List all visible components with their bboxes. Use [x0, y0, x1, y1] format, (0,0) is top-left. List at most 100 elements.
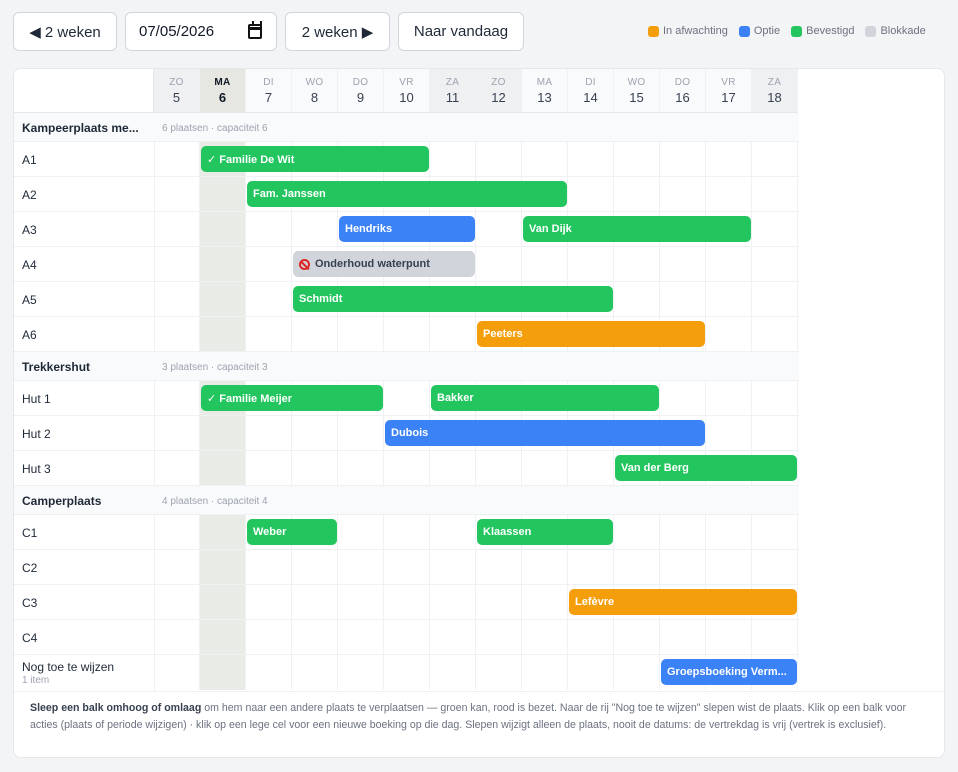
help-text-bold: Sleep een balk omhoog of omlaag [30, 702, 202, 714]
row-label: C1 [22, 526, 38, 540]
row-divider [14, 316, 799, 317]
row-label: A2 [22, 188, 37, 202]
legend-swatch [648, 25, 659, 37]
help-text: Sleep een balk omhoog of omlaag om hem n… [30, 700, 930, 734]
day-header-weekday: DO [674, 77, 691, 88]
booking-bar[interactable]: Groepsboeking Verm... [661, 659, 797, 685]
booking-bar[interactable]: Weber [247, 519, 337, 545]
day-header-date: 13 [537, 90, 552, 105]
booking-bar[interactable]: Fam. Janssen [247, 181, 567, 207]
booking-bar-label: Weber [253, 526, 287, 538]
day-header-date: 6 [218, 90, 227, 105]
booking-bar-label: Bakker [437, 392, 474, 404]
legend-label: Blokkade [880, 25, 926, 37]
booking-bar-label: Fam. Janssen [253, 188, 326, 200]
row-divider [14, 654, 799, 655]
next-two-weeks-button[interactable]: 2 weken ▶ [285, 12, 390, 51]
row-divider [14, 584, 799, 585]
day-header-weekday: WO [305, 77, 324, 88]
grid-corner [14, 69, 154, 113]
day-header: MA 13 [522, 69, 568, 113]
booking-bar[interactable]: Schmidt [293, 286, 613, 312]
divider [14, 691, 944, 692]
legend-label: Optie [753, 25, 781, 37]
legend-item: Bevestigd [791, 25, 854, 37]
day-header-weekday: ZA [767, 77, 782, 88]
booking-bar[interactable]: Van Dijk [523, 216, 751, 242]
day-header-weekday: VR [399, 77, 414, 88]
booking-bar[interactable]: Hendriks [339, 216, 475, 242]
row-label: Hut 2 [22, 427, 51, 441]
group-header-row: Camperplaats 4 plaatsen · capaciteit 4 [14, 486, 799, 515]
booking-bar-label: Van Dijk [529, 223, 572, 235]
day-header: DI 7 [246, 69, 292, 113]
booking-bar[interactable]: ✓ Familie De Wit [201, 146, 429, 172]
booking-bar[interactable]: Lefèvre [569, 589, 797, 615]
no-entry-icon [299, 258, 310, 270]
prev-two-weeks-button[interactable]: ◀ 2 weken [13, 12, 117, 51]
booking-bar[interactable]: Bakker [431, 385, 659, 411]
booking-bar[interactable]: Van der Berg [615, 455, 797, 481]
day-header-date: 8 [310, 90, 319, 105]
row-divider [14, 281, 799, 282]
row-divider [14, 619, 799, 620]
group-capacity: 6 plaatsen · capaciteit 6 [162, 123, 268, 134]
day-header: ZA 11 [430, 69, 476, 113]
legend-swatch [791, 25, 803, 37]
booking-bar-label: Peeters [483, 328, 523, 340]
row-label: A6 [22, 328, 37, 342]
group-header-row: Trekkershut 3 plaatsen · capaciteit 3 [14, 352, 799, 381]
date-input[interactable]: 07/05/2026 [125, 12, 277, 51]
row-label: Hut 3 [22, 462, 51, 476]
calendar-icon[interactable] [248, 21, 262, 39]
booking-bar-label: ✓ Familie Meijer [207, 392, 293, 405]
unassigned-row-count: 1 item [22, 675, 50, 686]
booking-bar-label: Klaassen [483, 526, 532, 538]
row-label: Hut 1 [22, 392, 51, 406]
status-legend: In afwachting Optie Bevestigd Blokkade [648, 25, 937, 37]
row-label: C2 [22, 561, 38, 575]
day-header-date: 5 [172, 90, 181, 105]
row-divider [14, 246, 799, 247]
go-to-today-button[interactable]: Naar vandaag [398, 12, 524, 51]
day-header: MA 6 [200, 69, 246, 113]
booking-bar[interactable]: Dubois [385, 420, 705, 446]
date-value: 07/05/2026 [139, 23, 215, 40]
day-header: ZO 12 [476, 69, 522, 113]
legend-swatch [738, 25, 750, 37]
booking-bar-label: Hendriks [345, 223, 393, 235]
day-header-weekday: DO [352, 77, 369, 88]
row-label: A5 [22, 293, 37, 307]
day-header: WO 15 [614, 69, 660, 113]
booking-bar-label: Onderhoud waterpunt [315, 258, 430, 270]
day-header-weekday: MA [536, 77, 553, 88]
day-header-date: 15 [629, 90, 644, 105]
day-header-date: 12 [491, 90, 506, 105]
legend-label: In afwachting [663, 25, 728, 37]
legend-label: Bevestigd [806, 25, 855, 37]
day-header: DO 16 [660, 69, 706, 113]
group-capacity: 3 plaatsen · capaciteit 3 [162, 362, 268, 373]
booking-bar-label: Van der Berg [621, 462, 689, 474]
row-label: C3 [22, 596, 38, 610]
day-header-date: 10 [399, 90, 414, 105]
day-header-date: 11 [445, 90, 460, 105]
group-title: Kampeerplaats me... [22, 121, 139, 135]
day-header: WO 8 [292, 69, 338, 113]
row-divider [14, 211, 799, 212]
group-capacity: 4 plaatsen · capaciteit 4 [162, 496, 268, 507]
day-header-date: 16 [675, 90, 690, 105]
booking-bar[interactable]: Onderhoud waterpunt [293, 251, 475, 277]
day-header-weekday: ZO [491, 77, 506, 88]
booking-bar-label: Lefèvre [575, 596, 615, 608]
legend-item: Blokkade [865, 25, 926, 37]
group-title: Trekkershut [22, 360, 91, 374]
booking-bar[interactable]: Peeters [477, 321, 705, 347]
booking-bar[interactable]: Klaassen [477, 519, 613, 545]
day-header-weekday: VR [721, 77, 736, 88]
day-header-weekday: MA [214, 77, 231, 88]
day-header-date: 18 [767, 90, 782, 105]
booking-bar[interactable]: ✓ Familie Meijer [201, 385, 383, 411]
row-label: A3 [22, 223, 37, 237]
row-divider [14, 176, 799, 177]
